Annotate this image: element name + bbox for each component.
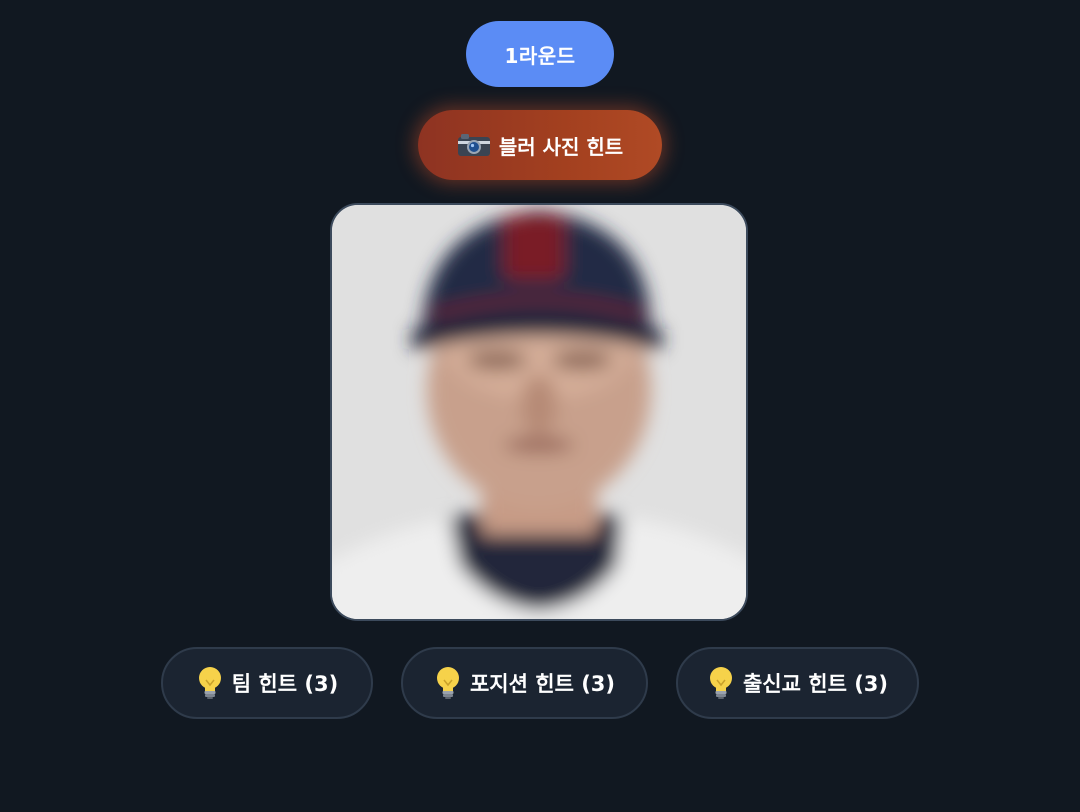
lightbulb-icon bbox=[707, 666, 735, 700]
round-label: 1라운드 bbox=[504, 43, 576, 68]
school-hint-label: 출신교 힌트 (3) bbox=[742, 672, 889, 696]
blur-photo-hint-button[interactable]: 블러 사진 힌트 bbox=[418, 110, 662, 180]
lightbulb-icon bbox=[196, 666, 224, 700]
camera-icon bbox=[457, 133, 491, 157]
blurred-player-photo bbox=[330, 203, 748, 621]
blur-photo-hint-label: 블러 사진 힌트 bbox=[498, 134, 624, 159]
team-hint-label: 팀 힌트 (3) bbox=[231, 672, 339, 696]
position-hint-label: 포지션 힌트 (3) bbox=[469, 672, 616, 696]
school-hint-button[interactable]: 출신교 힌트 (3) bbox=[676, 647, 919, 719]
lightbulb-icon bbox=[434, 666, 462, 700]
round-badge: 1라운드 bbox=[466, 21, 614, 87]
team-hint-button[interactable]: 팀 힌트 (3) bbox=[161, 647, 373, 719]
position-hint-button[interactable]: 포지션 힌트 (3) bbox=[401, 647, 648, 719]
